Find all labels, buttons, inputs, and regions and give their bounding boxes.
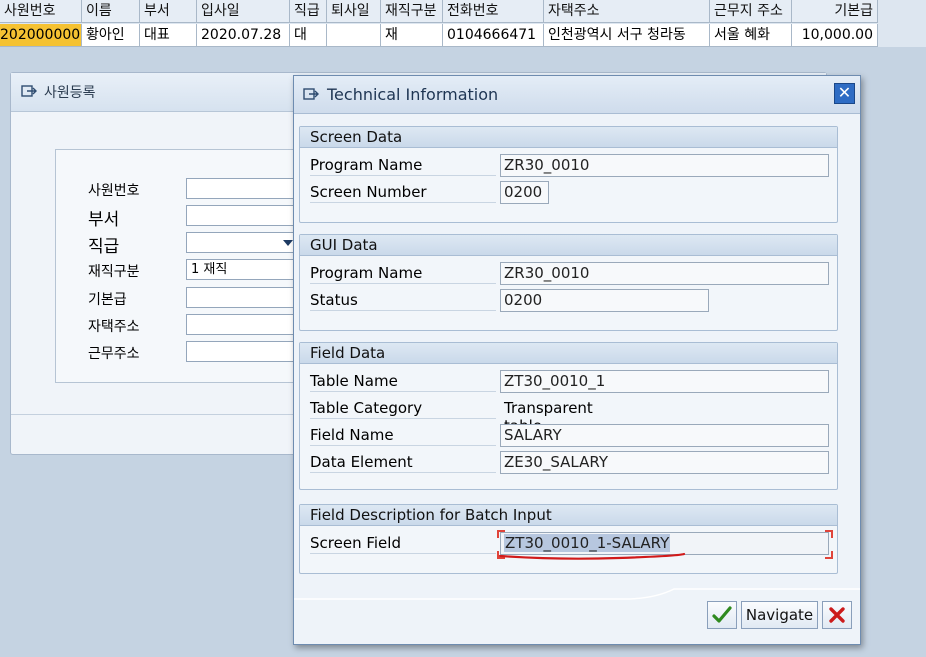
field-label: Screen Field xyxy=(310,534,496,554)
window-title: 사원등록 xyxy=(44,85,96,101)
gui-data-group: GUI Data Program Name ZR30_0010 Status 0… xyxy=(299,234,838,331)
cell-leave-date[interactable] xyxy=(327,24,381,47)
cell-emp-no[interactable]: 202000000 xyxy=(0,24,82,47)
cell-home-address[interactable]: 인천광역시 서구 청라동 xyxy=(544,24,710,47)
field-label: 기본급 xyxy=(88,292,127,308)
col-header-status[interactable]: 재직구분 xyxy=(381,0,443,23)
annotation-corner xyxy=(497,530,505,538)
field-label: Table Category xyxy=(310,399,496,419)
col-header-emp-no[interactable]: 사원번호 xyxy=(0,0,82,23)
cell-rank[interactable]: 대 xyxy=(290,24,327,47)
col-header-name[interactable]: 이름 xyxy=(82,0,140,23)
ok-button[interactable] xyxy=(707,601,737,629)
field-label: 사원번호 xyxy=(88,183,140,199)
cell-phone[interactable]: 0104666471 xyxy=(443,24,544,47)
field-label: Program Name xyxy=(310,156,496,176)
result-grid: 사원번호 이름 부서 입사일 직급 퇴사일 재직구분 전화번호 자택주소 근무지… xyxy=(0,0,926,47)
col-header-phone[interactable]: 전화번호 xyxy=(443,0,544,23)
field-label: Screen Number xyxy=(310,183,496,203)
group-header: Field Description for Batch Input xyxy=(300,505,837,526)
field-label: 부서 xyxy=(88,210,120,230)
col-header-dept[interactable]: 부서 xyxy=(140,0,197,23)
button-bar: Navigate xyxy=(294,584,860,644)
field-label: 재직구분 xyxy=(88,264,140,280)
field-label: Status xyxy=(310,291,496,311)
cell-salary[interactable]: 10,000.00 xyxy=(792,24,878,47)
dialog-title: Technical Information xyxy=(327,85,499,104)
program-name-field[interactable]: ZR30_0010 xyxy=(500,154,829,177)
field-label: Program Name xyxy=(310,264,496,284)
col-header-salary[interactable]: 기본급 xyxy=(792,0,878,23)
dialog-titlebar[interactable]: Technical Information ✕ xyxy=(294,76,860,114)
field-data-group: Field Data Table Name ZT30_0010_1 Table … xyxy=(299,342,838,490)
annotation-underline xyxy=(498,552,686,560)
field-label: 근무주소 xyxy=(88,346,140,362)
status-value: 1 재직 xyxy=(191,262,228,277)
check-icon xyxy=(712,606,732,623)
rank-select[interactable] xyxy=(186,232,298,253)
screen-data-group: Screen Data Program Name ZR30_0010 Scree… xyxy=(299,126,838,223)
status-field[interactable]: 0200 xyxy=(500,289,709,312)
close-icon[interactable]: ✕ xyxy=(834,83,855,104)
group-header: Screen Data xyxy=(300,127,837,148)
cell-work-address[interactable]: 서울 혜화 xyxy=(710,24,792,47)
cell-status[interactable]: 재 xyxy=(381,24,443,47)
field-label: Data Element xyxy=(310,453,496,473)
cancel-button[interactable] xyxy=(822,601,852,629)
field-name-field[interactable]: SALARY xyxy=(500,424,829,447)
group-header: Field Data xyxy=(300,343,837,364)
edit-window-icon xyxy=(21,85,37,97)
cell-dept[interactable]: 대표 xyxy=(140,24,197,47)
annotation-corner xyxy=(825,530,833,538)
col-header-leave-date[interactable]: 퇴사일 xyxy=(327,0,381,23)
edit-window-icon xyxy=(303,88,319,100)
table-name-field[interactable]: ZT30_0010_1 xyxy=(500,370,829,393)
field-label: Field Name xyxy=(310,426,496,446)
col-header-rank[interactable]: 직급 xyxy=(290,0,327,23)
screen-number-field[interactable]: 0200 xyxy=(500,181,549,204)
cell-hire-date[interactable]: 2020.07.28 xyxy=(197,24,290,47)
col-header-hire-date[interactable]: 입사일 xyxy=(197,0,290,23)
navigate-button[interactable]: Navigate xyxy=(741,601,818,629)
field-label: 직급 xyxy=(88,237,120,257)
group-header: GUI Data xyxy=(300,235,837,256)
data-element-field[interactable]: ZE30_SALARY xyxy=(500,451,829,474)
cancel-icon xyxy=(829,607,845,623)
field-label: 자택주소 xyxy=(88,319,140,335)
col-header-work-address[interactable]: 근무지 주소 xyxy=(710,0,792,23)
cell-name[interactable]: 황아인 xyxy=(82,24,140,47)
technical-information-dialog: Technical Information ✕ Screen Data Prog… xyxy=(293,75,861,645)
col-header-home-address[interactable]: 자택주소 xyxy=(544,0,710,23)
field-label: Table Name xyxy=(310,372,496,392)
batch-input-group: Field Description for Batch Input Screen… xyxy=(299,504,838,574)
gui-program-name-field[interactable]: ZR30_0010 xyxy=(500,262,829,285)
annotation-corner xyxy=(825,551,833,559)
chevron-down-icon[interactable] xyxy=(283,240,293,246)
